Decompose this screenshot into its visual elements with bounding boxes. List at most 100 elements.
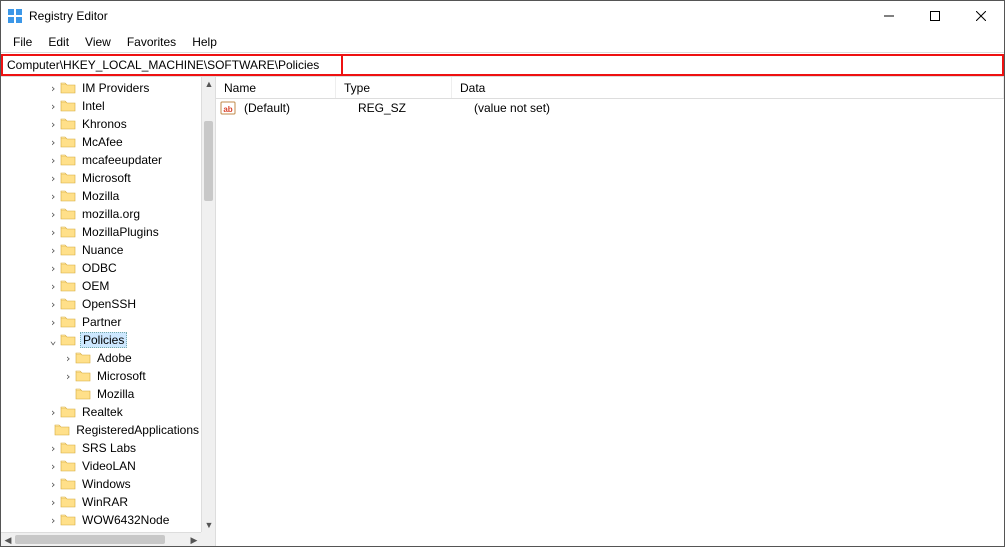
svg-text:ab: ab bbox=[223, 105, 232, 114]
folder-icon bbox=[60, 207, 76, 221]
column-type[interactable]: Type bbox=[336, 77, 452, 98]
chevron-down-icon[interactable] bbox=[46, 334, 60, 347]
chevron-right-icon[interactable] bbox=[46, 208, 60, 221]
tree-item-realtek[interactable]: Realtek bbox=[1, 403, 201, 421]
chevron-right-icon[interactable] bbox=[46, 118, 60, 131]
values-list[interactable]: ab(Default)REG_SZ(value not set) bbox=[216, 99, 1004, 117]
tree-item-mozilla[interactable]: Mozilla bbox=[1, 187, 201, 205]
tree-item-label: Adobe bbox=[95, 351, 134, 365]
tree-item-nuance[interactable]: Nuance bbox=[1, 241, 201, 259]
folder-icon bbox=[60, 405, 76, 419]
tree-item-policies[interactable]: Policies bbox=[1, 331, 201, 349]
close-button[interactable] bbox=[958, 1, 1004, 31]
tree-item-mozilla-org[interactable]: mozilla.org bbox=[1, 205, 201, 223]
column-name[interactable]: Name bbox=[216, 77, 336, 98]
folder-icon bbox=[60, 441, 76, 455]
folder-icon bbox=[60, 279, 76, 293]
folder-icon bbox=[60, 135, 76, 149]
menu-help[interactable]: Help bbox=[184, 33, 225, 51]
chevron-right-icon[interactable] bbox=[61, 370, 75, 383]
chevron-right-icon[interactable] bbox=[46, 442, 60, 455]
tree-item-windows[interactable]: Windows bbox=[1, 475, 201, 493]
chevron-right-icon[interactable] bbox=[46, 100, 60, 113]
menu-edit[interactable]: Edit bbox=[40, 33, 77, 51]
chevron-right-icon[interactable] bbox=[46, 298, 60, 311]
minimize-button[interactable] bbox=[866, 1, 912, 31]
chevron-right-icon[interactable] bbox=[46, 280, 60, 293]
address-bar-highlight bbox=[1, 54, 1004, 76]
chevron-right-icon[interactable] bbox=[46, 514, 60, 527]
chevron-right-icon[interactable] bbox=[46, 172, 60, 185]
tree-item-intel[interactable]: Intel bbox=[1, 97, 201, 115]
tree-item-registeredapplications[interactable]: RegisteredApplications bbox=[1, 421, 201, 439]
tree-item-microsoft[interactable]: Microsoft bbox=[1, 367, 201, 385]
tree-item-partner[interactable]: Partner bbox=[1, 313, 201, 331]
folder-icon bbox=[60, 153, 76, 167]
column-data[interactable]: Data bbox=[452, 77, 1004, 98]
tree-item-oem[interactable]: OEM bbox=[1, 277, 201, 295]
tree-item-odbc[interactable]: ODBC bbox=[1, 259, 201, 277]
maximize-button[interactable] bbox=[912, 1, 958, 31]
tree-item-label: Microsoft bbox=[95, 369, 148, 383]
folder-icon bbox=[60, 315, 76, 329]
chevron-right-icon[interactable] bbox=[46, 460, 60, 473]
value-row[interactable]: ab(Default)REG_SZ(value not set) bbox=[216, 99, 1004, 117]
scrollbar-corner bbox=[201, 532, 215, 546]
tree-item-wow6432node[interactable]: WOW6432Node bbox=[1, 511, 201, 529]
address-input[interactable] bbox=[3, 56, 341, 74]
tree-item-videolan[interactable]: VideoLAN bbox=[1, 457, 201, 475]
chevron-right-icon[interactable] bbox=[46, 406, 60, 419]
folder-icon bbox=[54, 423, 70, 437]
menu-file[interactable]: File bbox=[5, 33, 40, 51]
tree-item-label: MozillaPlugins bbox=[80, 225, 161, 239]
chevron-right-icon[interactable] bbox=[46, 262, 60, 275]
tree-item-label: WinRAR bbox=[80, 495, 130, 509]
menu-view[interactable]: View bbox=[77, 33, 119, 51]
tree-item-label: Nuance bbox=[80, 243, 125, 257]
menu-favorites[interactable]: Favorites bbox=[119, 33, 184, 51]
tree-item-mcafeeupdater[interactable]: mcafeeupdater bbox=[1, 151, 201, 169]
tree-item-label: SRS Labs bbox=[80, 441, 138, 455]
chevron-right-icon[interactable] bbox=[46, 496, 60, 509]
regedit-icon bbox=[7, 8, 23, 24]
tree-item-winrar[interactable]: WinRAR bbox=[1, 493, 201, 511]
chevron-right-icon[interactable] bbox=[46, 226, 60, 239]
folder-icon bbox=[75, 387, 91, 401]
chevron-right-icon[interactable] bbox=[46, 136, 60, 149]
chevron-right-icon[interactable] bbox=[46, 478, 60, 491]
scroll-down-button[interactable]: ▼ bbox=[202, 518, 216, 532]
tree-item-label: Partner bbox=[80, 315, 123, 329]
scroll-up-button[interactable]: ▲ bbox=[202, 77, 216, 91]
tree-item-label: Khronos bbox=[80, 117, 129, 131]
scroll-thumb-vertical[interactable] bbox=[204, 121, 213, 201]
chevron-right-icon[interactable] bbox=[61, 352, 75, 365]
tree-item-openssh[interactable]: OpenSSH bbox=[1, 295, 201, 313]
tree-item-srs-labs[interactable]: SRS Labs bbox=[1, 439, 201, 457]
chevron-right-icon[interactable] bbox=[46, 190, 60, 203]
tree-scrollbar-vertical[interactable]: ▲ ▼ bbox=[201, 77, 215, 532]
tree-item-mozillaplugins[interactable]: MozillaPlugins bbox=[1, 223, 201, 241]
chevron-right-icon[interactable] bbox=[46, 316, 60, 329]
values-header: Name Type Data bbox=[216, 77, 1004, 99]
chevron-right-icon[interactable] bbox=[46, 244, 60, 257]
tree-item-khronos[interactable]: Khronos bbox=[1, 115, 201, 133]
tree-item-mozilla[interactable]: Mozilla bbox=[1, 385, 201, 403]
scroll-thumb-horizontal[interactable] bbox=[15, 535, 165, 544]
tree-item-mcafee[interactable]: McAfee bbox=[1, 133, 201, 151]
tree-item-adobe[interactable]: Adobe bbox=[1, 349, 201, 367]
registry-tree[interactable]: IM Providers Intel Khronos McAfeemcafeeupda… bbox=[1, 77, 201, 532]
chevron-right-icon[interactable] bbox=[46, 154, 60, 167]
tree-scrollbar-horizontal[interactable]: ◀ ▶ bbox=[1, 532, 201, 546]
folder-icon bbox=[60, 513, 76, 527]
tree-item-im-providers[interactable]: IM Providers bbox=[1, 79, 201, 97]
tree-item-microsoft[interactable]: Microsoft bbox=[1, 169, 201, 187]
tree-item-label: OEM bbox=[80, 279, 111, 293]
string-value-icon: ab bbox=[220, 100, 236, 116]
tree-item-label: Realtek bbox=[80, 405, 125, 419]
folder-icon bbox=[60, 189, 76, 203]
tree-item-label: IM Providers bbox=[80, 81, 151, 95]
scroll-right-button[interactable]: ▶ bbox=[187, 533, 201, 546]
scroll-left-button[interactable]: ◀ bbox=[1, 533, 15, 546]
chevron-right-icon[interactable] bbox=[46, 82, 60, 95]
registry-editor-window: Registry Editor File Edit View Favorites… bbox=[0, 0, 1005, 547]
